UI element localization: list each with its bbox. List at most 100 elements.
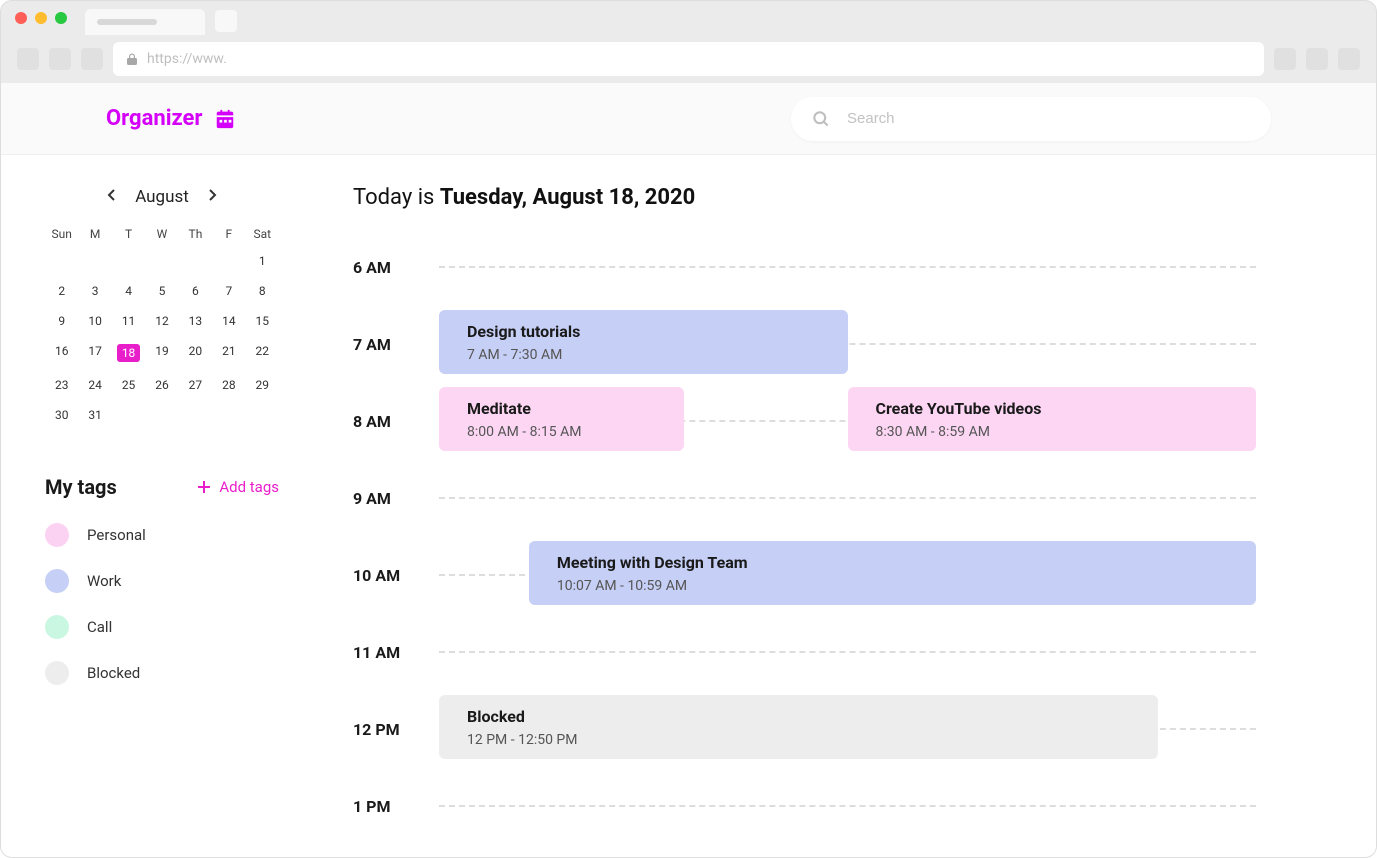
event-title: Create YouTube videos [876,399,1229,418]
mini-calendar-header: August [45,185,279,209]
event-title: Blocked [467,707,1130,726]
event-time: 12 PM - 12:50 PM [467,732,1130,748]
calendar-day[interactable]: 7 [212,281,245,301]
tags-list: Personal Work Call Blocked [45,523,279,685]
browser-tab[interactable] [85,9,205,35]
chevron-left-icon [107,189,117,201]
traffic-lights [15,12,67,24]
calendar-day[interactable]: 24 [78,375,111,395]
lock-icon [127,53,137,65]
today-prefix: Today is [353,185,440,210]
tag-swatch [45,661,69,685]
nav-forward-button[interactable] [49,48,71,70]
tag-label: Work [87,572,121,590]
browser-toolbar: https://www. [1,35,1376,83]
month-label: August [135,187,189,207]
brand-name: Organizer [106,106,202,131]
calendar-day[interactable]: 18 [112,341,145,365]
timeline: 6 AM7 AM8 AM9 AM10 AM11 AM12 PM1 PMDesig… [353,258,1256,857]
calendar-day[interactable]: 9 [45,311,78,331]
dow-label: M [78,227,111,241]
calendar-day[interactable]: 12 [145,311,178,331]
calendar-day[interactable]: 5 [145,281,178,301]
nav-back-button[interactable] [17,48,39,70]
mini-calendar: August SunMTWThFSat123456789101112131415… [45,185,279,425]
event-card[interactable]: Create YouTube videos 8:30 AM - 8:59 AM [848,387,1257,451]
calendar-day[interactable]: 27 [179,375,212,395]
calendar-day[interactable]: 10 [78,311,111,331]
calendar-day[interactable]: 20 [179,341,212,365]
browser-action-3[interactable] [1338,48,1360,70]
hour-label: 12 PM [353,720,439,739]
calendar-day[interactable]: 15 [246,311,279,331]
calendar-day[interactable]: 19 [145,341,178,365]
search-input[interactable] [847,110,1251,127]
calendar-day[interactable]: 13 [179,311,212,331]
app-body: August SunMTWThFSat123456789101112131415… [1,155,1376,857]
prev-month-button[interactable] [103,185,121,209]
calendar-day[interactable]: 29 [246,375,279,395]
tag-swatch [45,523,69,547]
window-minimize-button[interactable] [35,12,47,24]
address-bar-url: https://www. [147,51,227,67]
calendar-day [246,405,279,425]
calendar-day[interactable]: 30 [45,405,78,425]
calendar-day[interactable]: 3 [78,281,111,301]
calendar-day[interactable]: 25 [112,375,145,395]
event-card[interactable]: Design tutorials7 AM - 7:30 AM [439,310,848,374]
new-tab-button[interactable] [215,10,237,32]
calendar-day[interactable]: 31 [78,405,111,425]
tag-row[interactable]: Blocked [45,661,279,685]
window-maximize-button[interactable] [55,12,67,24]
calendar-day[interactable]: 8 [246,281,279,301]
event-card[interactable]: Meeting with Design Team10:07 AM - 10:59… [529,541,1256,605]
calendar-day[interactable]: 16 [45,341,78,365]
calendar-day[interactable]: 2 [45,281,78,301]
nav-reload-button[interactable] [81,48,103,70]
tag-row[interactable]: Call [45,615,279,639]
calendar-day[interactable]: 26 [145,375,178,395]
event-time: 10:07 AM - 10:59 AM [557,578,1228,594]
hour-label: 11 AM [353,643,439,662]
events-layer: Design tutorials7 AM - 7:30 AM Meditate8:… [439,258,1256,857]
tag-swatch [45,615,69,639]
next-month-button[interactable] [203,185,221,209]
event-card[interactable]: Meditate8:00 AM - 8:15 AM [439,387,684,451]
calendar-day [145,251,178,271]
browser-window: https://www. Organizer [0,0,1377,858]
add-tags-label: Add tags [219,478,279,496]
calendar-day [212,251,245,271]
tag-row[interactable]: Personal [45,523,279,547]
calendar-day[interactable]: 17 [78,341,111,365]
address-bar[interactable]: https://www. [113,42,1264,76]
calendar-day[interactable]: 22 [246,341,279,365]
calendar-day[interactable]: 23 [45,375,78,395]
event-card[interactable]: Blocked 12 PM - 12:50 PM [439,695,1158,759]
dow-label: W [145,227,178,241]
event-time: 8:30 AM - 8:59 AM [876,424,1229,440]
calendar-day[interactable]: 14 [212,311,245,331]
dow-label: Sat [246,227,279,241]
search-icon [811,109,831,129]
calendar-day[interactable]: 4 [112,281,145,301]
calendar-day [112,251,145,271]
sidebar: August SunMTWThFSat123456789101112131415… [1,155,309,857]
window-close-button[interactable] [15,12,27,24]
app-header: Organizer [1,83,1376,155]
tags-title: My tags [45,475,117,499]
calendar-day[interactable]: 28 [212,375,245,395]
dow-label: Th [179,227,212,241]
calendar-day[interactable]: 21 [212,341,245,365]
app-shell: Organizer August [1,83,1376,857]
chevron-right-icon [207,189,217,201]
calendar-day[interactable]: 6 [179,281,212,301]
browser-action-2[interactable] [1306,48,1328,70]
brand[interactable]: Organizer [106,106,236,131]
calendar-day[interactable]: 11 [112,311,145,331]
tags-header: My tags Add tags [45,475,279,499]
tag-label: Call [87,618,112,636]
add-tags-button[interactable]: Add tags [197,478,279,496]
browser-action-1[interactable] [1274,48,1296,70]
tag-row[interactable]: Work [45,569,279,593]
calendar-day[interactable]: 1 [246,251,279,271]
